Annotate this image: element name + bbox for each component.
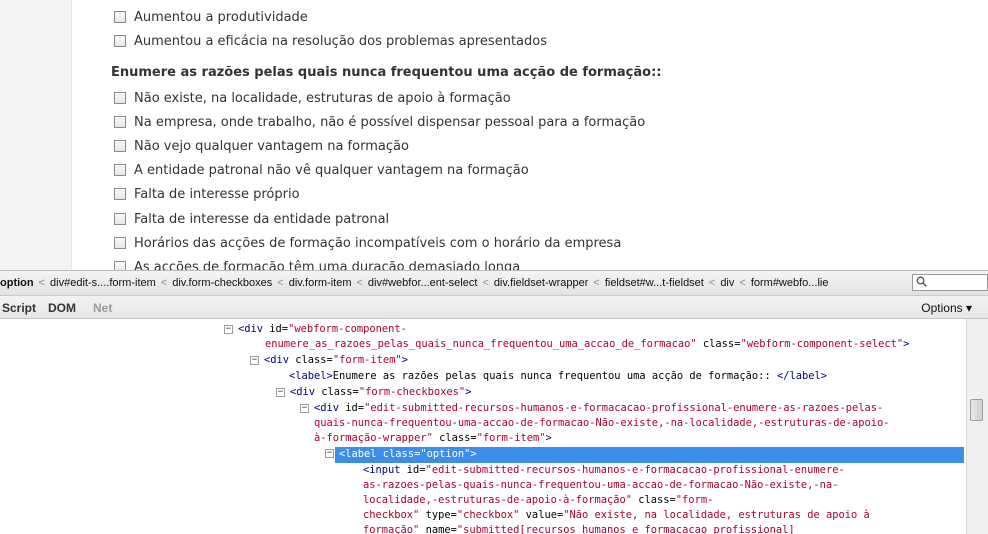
webpage-viewport: Aumentou a produtividade Aumentou a efic…	[0, 0, 988, 270]
collapse-toggle-icon[interactable]: −	[325, 449, 334, 458]
code-line[interactable]: formação" name="submitted[recursos_human…	[363, 523, 795, 534]
checkbox-option[interactable]: Não existe, na localidade, estruturas de…	[114, 88, 511, 108]
checkbox[interactable]	[114, 213, 126, 225]
breadcrumb-item[interactable]: fieldset#w...t-fieldset	[605, 277, 704, 289]
breadcrumb: option < div#edit-s....form-item < div.f…	[0, 270, 988, 296]
code-line[interactable]: quais-nunca-frequentou-uma-accao-de-form…	[314, 416, 890, 431]
checkbox-label: Na empresa, onde trabalho, não é possíve…	[134, 114, 646, 130]
breadcrumb-item[interactable]: div.form-item	[289, 277, 352, 289]
checkbox-label: Falta de interesse da entidade patronal	[134, 211, 390, 227]
checkbox[interactable]	[114, 11, 126, 23]
options-menu-button[interactable]: Options ▾	[921, 301, 972, 315]
breadcrumb-item[interactable]: div#edit-s....form-item	[50, 277, 156, 289]
checkbox-option[interactable]: Falta de interesse da entidade patronal	[114, 209, 389, 229]
checkbox-option[interactable]: As acções de formação têm uma duração de…	[114, 257, 520, 270]
checkbox-label: Horários das acções de formação incompat…	[134, 235, 622, 251]
panel-tabs: Script DOM Net Options ▾	[0, 296, 988, 319]
breadcrumb-item[interactable]: div#webfor...ent-select	[368, 277, 477, 289]
checkbox-option[interactable]: Aumentou a eficácia na resolução dos pro…	[114, 31, 547, 51]
breadcrumb-separator: <	[356, 277, 363, 289]
tab-dom[interactable]: DOM	[48, 301, 76, 315]
breadcrumb-item[interactable]: option	[0, 277, 34, 289]
selected-node[interactable]: <label class="option">	[335, 447, 964, 463]
breadcrumb-separator: <	[277, 277, 284, 289]
collapse-toggle-icon[interactable]: −	[250, 356, 259, 365]
question-label: Enumere as razões pelas quais nunca freq…	[111, 65, 662, 80]
checkbox-label: Falta de interesse próprio	[134, 186, 300, 202]
breadcrumb-item[interactable]: form#webfo...lie	[751, 277, 829, 289]
checkbox[interactable]	[114, 164, 126, 176]
code-line[interactable]: enumere_as_razoes_pelas_quais_nunca_freq…	[265, 337, 909, 352]
collapse-toggle-icon[interactable]: −	[224, 325, 233, 334]
checkbox[interactable]	[114, 92, 126, 104]
checkbox[interactable]	[114, 188, 126, 200]
checkbox[interactable]	[114, 35, 126, 47]
checkbox-option[interactable]: Aumentou a produtividade	[114, 7, 308, 27]
checkbox-label: Aumentou a eficácia na resolução dos pro…	[134, 33, 547, 49]
breadcrumb-item[interactable]: div.form-checkboxes	[172, 277, 272, 289]
checkbox-label: Não existe, na localidade, estruturas de…	[134, 90, 511, 106]
scrollbar-thumb[interactable]	[970, 399, 983, 421]
checkbox-option[interactable]: Falta de interesse próprio	[114, 184, 300, 204]
code-line[interactable]: à-formação-wrapper" class="form-item">	[314, 431, 552, 446]
tab-script[interactable]: Script	[2, 301, 36, 315]
checkbox-label: Não vejo qualquer vantagem na formação	[134, 138, 409, 154]
code-line[interactable]: <input id="edit-submitted-recursos-human…	[363, 463, 845, 478]
devtools-panel: option < div#edit-s....form-item < div.f…	[0, 270, 988, 534]
checkbox[interactable]	[114, 140, 126, 152]
html-tree: − − − − − <div id="webform-component- en…	[0, 319, 965, 534]
code-line[interactable]: <div id="edit-submitted-recursos-humanos…	[314, 401, 883, 416]
breadcrumb-item[interactable]: div.fieldset-wrapper	[494, 277, 589, 289]
code-line[interactable]: checkbox" type="checkbox" value="Não exi…	[363, 508, 870, 523]
code-line[interactable]: <label class="option">	[339, 447, 477, 462]
breadcrumb-separator: <	[593, 277, 600, 289]
code-line[interactable]: <div class="form-item">	[264, 353, 408, 368]
code-line[interactable]: <label>Enumere as razões pelas quais nun…	[289, 369, 827, 384]
breadcrumb-separator: <	[708, 277, 716, 289]
breadcrumb-separator: <	[38, 277, 46, 289]
checkbox[interactable]	[114, 261, 126, 270]
collapse-toggle-icon[interactable]: −	[300, 404, 309, 413]
checkbox-option[interactable]: Horários das acções de formação incompat…	[114, 233, 621, 253]
code-line[interactable]: <div class="form-checkboxes">	[290, 385, 471, 400]
breadcrumb-item[interactable]: div	[720, 277, 734, 289]
code-line[interactable]: as-razoes-pelas-quais-nunca-frequentou-u…	[363, 478, 838, 493]
breadcrumb-separator: <	[482, 277, 489, 289]
vertical-scrollbar[interactable]	[966, 319, 988, 534]
magnifier-icon	[916, 276, 927, 290]
checkbox-label: As acções de formação têm uma duração de…	[134, 259, 521, 271]
breadcrumb-separator: <	[160, 277, 168, 289]
code-line[interactable]: <div id="webform-component-	[238, 322, 407, 337]
checkbox-option[interactable]: A entidade patronal não vê qualquer vant…	[114, 160, 529, 180]
form-content: Aumentou a produtividade Aumentou a efic…	[71, 0, 988, 270]
checkbox[interactable]	[114, 116, 126, 128]
code-line[interactable]: localidade,-estruturas-de-apoio-à-formaç…	[363, 493, 713, 508]
checkbox-label: A entidade patronal não vê qualquer vant…	[134, 162, 529, 178]
breadcrumb-separator: <	[739, 277, 746, 289]
checkbox-option[interactable]: Não vejo qualquer vantagem na formação	[114, 136, 409, 156]
checkbox[interactable]	[114, 237, 126, 249]
collapse-toggle-icon[interactable]: −	[276, 388, 285, 397]
checkbox-label: Aumentou a produtividade	[134, 9, 308, 25]
tab-net[interactable]: Net	[93, 301, 112, 315]
search-input[interactable]	[912, 274, 988, 291]
checkbox-option[interactable]: Na empresa, onde trabalho, não é possíve…	[114, 112, 645, 132]
